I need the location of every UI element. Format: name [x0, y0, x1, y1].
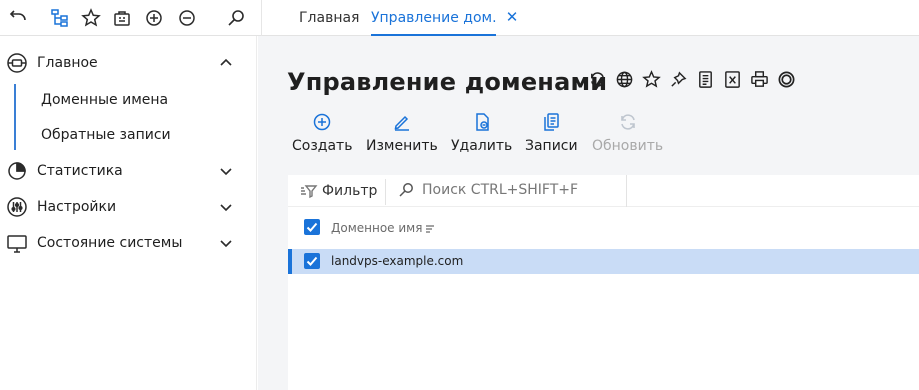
sort-icon [426, 225, 435, 233]
sidebar-item-domain-names[interactable]: Доменные имена [41, 92, 168, 108]
main-panel: Управление доменами Создать Изменить Уда… [258, 36, 919, 390]
delete-button[interactable]: Удалить [451, 112, 512, 154]
back-arrow-icon[interactable] [6, 6, 30, 30]
records-button-label: Записи [525, 138, 578, 154]
column-domain-name-label: Доменное имя [331, 221, 423, 235]
search-icon[interactable] [224, 6, 248, 30]
sidebar-item-label: Статистика [37, 163, 123, 179]
column-domain-name[interactable]: Доменное имя [331, 221, 436, 235]
domain-name-cell: landvps-example.com [331, 254, 464, 268]
filter-label: Фильтр [322, 183, 378, 199]
title-actions [588, 70, 796, 89]
pencil-icon [392, 112, 412, 132]
tree-icon[interactable] [48, 6, 72, 30]
refresh-button-label: Обновить [592, 138, 664, 154]
minus-circle-icon[interactable] [175, 6, 199, 30]
search-placeholder: Поиск CTRL+SHIFT+F [422, 182, 579, 198]
create-button-label: Создать [292, 138, 353, 154]
top-bar: Главная Управление дом... ✕ [0, 0, 919, 36]
records-button[interactable]: Записи [525, 112, 578, 154]
close-icon[interactable]: ✕ [504, 9, 520, 25]
star-icon[interactable] [642, 70, 661, 89]
page-title: Управление доменами [287, 68, 608, 96]
plus-circle-icon [312, 112, 332, 132]
refresh-button[interactable]: Обновить [592, 112, 663, 154]
dashboard-icon [6, 52, 28, 74]
domain-table: Фильтр Поиск CTRL+SHIFT+F Доменное имя l… [288, 175, 919, 390]
monitor-icon [6, 232, 28, 254]
row-checkbox[interactable] [304, 253, 320, 269]
create-button[interactable]: Создать [292, 112, 352, 154]
filter-divider [385, 179, 386, 205]
edit-button-label: Изменить [366, 138, 438, 154]
search-input[interactable]: Поиск CTRL+SHIFT+F [398, 182, 578, 198]
table-header: Доменное имя [288, 215, 919, 243]
sidebar-item-main[interactable]: Главное [0, 45, 257, 81]
filter-divider [626, 175, 627, 207]
filter-icon [301, 185, 318, 199]
chevron-down-icon[interactable] [218, 235, 234, 251]
pin-icon[interactable] [669, 70, 688, 89]
globe-icon[interactable] [615, 70, 634, 89]
delete-file-icon [472, 112, 492, 132]
edit-button[interactable]: Изменить [366, 112, 438, 154]
chevron-up-icon[interactable] [218, 55, 234, 71]
sidebar-item-statistics[interactable]: Статистика [0, 153, 257, 189]
document-icon[interactable] [696, 70, 715, 89]
pie-chart-icon [6, 160, 28, 182]
plus-circle-icon[interactable] [142, 6, 166, 30]
tab-domain-management[interactable]: Управление дом... [371, 0, 496, 36]
chevron-down-icon[interactable] [218, 199, 234, 215]
circle-icon[interactable] [777, 70, 796, 89]
sidebar-item-label: Состояние системы [37, 235, 183, 251]
topbar-divider [261, 0, 262, 36]
records-icon [541, 112, 561, 132]
chevron-down-icon[interactable] [218, 163, 234, 179]
active-subitem-indicator [14, 84, 16, 150]
row-selection-indicator [288, 249, 292, 274]
excel-icon[interactable] [723, 70, 742, 89]
delete-button-label: Удалить [451, 138, 513, 154]
filter-button[interactable]: Фильтр [300, 182, 377, 200]
table-row[interactable]: landvps-example.com [288, 249, 919, 274]
filter-bar: Фильтр Поиск CTRL+SHIFT+F [288, 175, 919, 207]
briefcase-icon[interactable] [110, 6, 134, 30]
sidebar-item-settings[interactable]: Настройки [0, 189, 257, 225]
sidebar-item-system-status[interactable]: Состояние системы [0, 225, 257, 261]
sidebar-item-reverse-records[interactable]: Обратные записи [41, 127, 171, 143]
sidebar-item-label: Настройки [37, 199, 117, 215]
print-icon[interactable] [750, 70, 769, 89]
sidebar: Главное Доменные имена Обратные записи С… [0, 36, 257, 390]
sliders-icon [6, 196, 28, 218]
tab-home[interactable]: Главная [299, 0, 359, 36]
refresh-icon [618, 112, 638, 132]
sidebar-item-label: Главное [37, 55, 98, 71]
select-all-checkbox[interactable] [304, 219, 320, 235]
search-icon [399, 183, 413, 197]
star-icon[interactable] [79, 6, 103, 30]
refresh-icon[interactable] [588, 70, 607, 89]
